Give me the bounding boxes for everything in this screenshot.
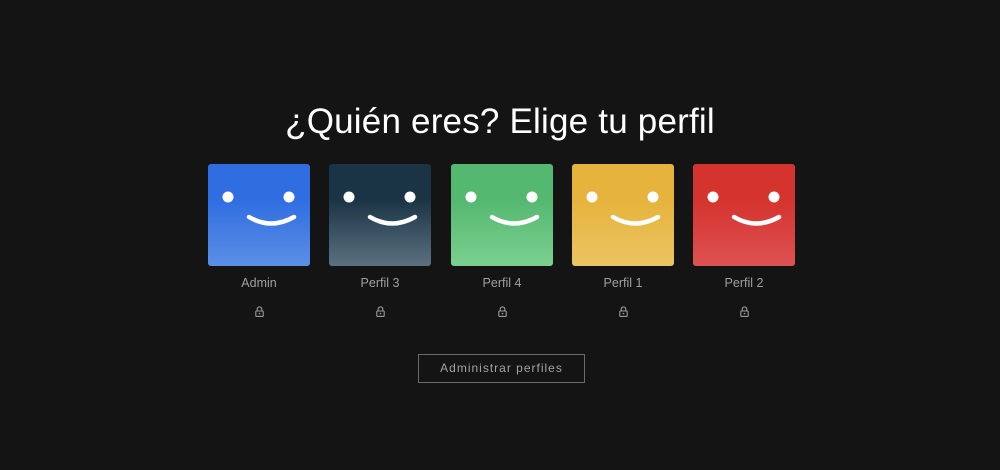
lock-icon (254, 306, 264, 317)
eye (707, 191, 719, 203)
profile-name: Perfil 1 (603, 276, 643, 290)
profile-item-admin[interactable]: Admin (208, 164, 310, 317)
profile-avatar[interactable] (572, 164, 674, 266)
eye (647, 191, 659, 203)
eye (526, 191, 538, 203)
profile-name: Perfil 3 (360, 276, 400, 290)
profile-item-perfil-3[interactable]: Perfil 3 (329, 164, 431, 317)
eye (586, 191, 598, 203)
eye (404, 191, 416, 203)
eye (768, 191, 780, 203)
profile-avatar[interactable] (693, 164, 795, 266)
eye (222, 191, 234, 203)
profile-item-perfil-1[interactable]: Perfil 1 (572, 164, 674, 317)
lock-icon (739, 306, 749, 317)
profile-avatar[interactable] (208, 164, 310, 266)
profile-name: Perfil 4 (482, 276, 522, 290)
profile-item-perfil-2[interactable]: Perfil 2 (693, 164, 795, 317)
eye (283, 191, 295, 203)
smiley-face-icon (208, 164, 310, 266)
smiley-face-icon (451, 164, 553, 266)
eye (465, 191, 477, 203)
lock-icon (618, 306, 628, 317)
page-title: ¿Quién eres? Elige tu perfil (285, 102, 715, 141)
eye (343, 191, 355, 203)
lock-icon (375, 306, 385, 317)
manage-profiles-button[interactable]: Administrar perfiles (418, 354, 585, 383)
profile-gate-page: ¿Quién eres? Elige tu perfil Admin Perfi… (0, 0, 1000, 470)
profile-list: Admin Perfil 3 Perfil 4 Perfil 1 Perfil … (208, 164, 798, 324)
smiley-face-icon (329, 164, 431, 266)
profile-name: Perfil 2 (724, 276, 764, 290)
profile-item-perfil-4[interactable]: Perfil 4 (451, 164, 553, 317)
lock-icon (254, 306, 264, 317)
lock-icon (739, 306, 749, 317)
profile-name: Admin (241, 276, 277, 290)
smiley-face-icon (572, 164, 674, 266)
lock-icon (497, 306, 507, 317)
smiley-face-icon (693, 164, 795, 266)
profile-avatar[interactable] (451, 164, 553, 266)
lock-icon (497, 306, 507, 317)
profile-avatar[interactable] (329, 164, 431, 266)
lock-icon (375, 306, 385, 317)
lock-icon (618, 306, 628, 317)
